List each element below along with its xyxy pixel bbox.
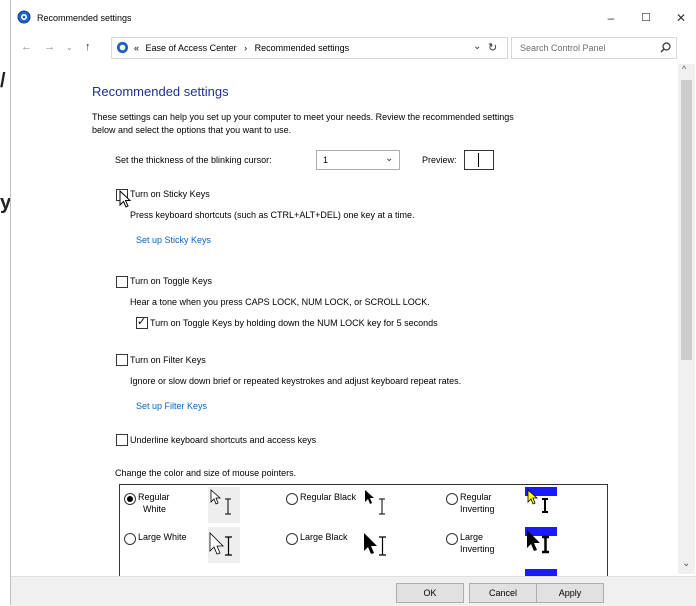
toggle-keys-numlock-label[interactable]: Turn on Toggle Keys by holding down the … [150, 318, 438, 328]
toggle-keys-checkbox[interactable] [116, 276, 128, 288]
back-arrow-icon[interactable]: ← [21, 41, 32, 53]
breadcrumb-separator[interactable]: › [244, 43, 247, 53]
filter-keys-label[interactable]: Turn on Filter Keys [130, 355, 206, 365]
arrow-pointer-white-icon [210, 489, 231, 515]
control-panel-window: Recommended settings – ☐ ✕ ← → ⌄ ↑ « Eas… [10, 0, 696, 606]
large-arrow-pointer-white-icon [209, 532, 232, 556]
large-arrow-pointer-inverting-icon [525, 527, 557, 554]
pointer-regular-white-label[interactable]: Regular [138, 492, 170, 502]
left-fragment: y [0, 192, 10, 214]
cursor-thickness-label: Set the thickness of the blinking cursor… [115, 155, 272, 165]
pointer-regular-black-preview [362, 487, 394, 523]
recent-locations-chevron-icon[interactable]: ⌄ [66, 43, 73, 52]
window-title: Recommended settings [37, 13, 132, 23]
underline-shortcuts-checkbox[interactable] [116, 434, 128, 446]
pointer-regular-white-preview [208, 487, 240, 523]
breadcrumb: « Ease of Access Center › Recommended se… [134, 43, 349, 53]
forward-arrow-icon[interactable]: → [44, 41, 55, 53]
set-up-sticky-keys-link[interactable]: Set up Sticky Keys [136, 235, 211, 245]
mouse-pointer-options: Regular White Regular Black Regular Inve… [119, 484, 608, 581]
search-input[interactable]: Search Control Panel [511, 37, 677, 59]
pointer-large-inverting-label[interactable]: Large [460, 532, 483, 542]
preview-label: Preview: [422, 155, 457, 165]
title-bar[interactable]: Recommended settings – ☐ ✕ [11, 0, 696, 32]
sticky-keys-description: Press keyboard shortcuts (such as CTRL+A… [130, 210, 415, 220]
pointer-regular-inverting-radio[interactable] [446, 493, 458, 505]
pointer-large-black-preview [362, 527, 394, 563]
large-arrow-pointer-black-icon [364, 533, 386, 556]
intro-text-line-2: below and select the options that you wa… [92, 125, 292, 135]
ok-button[interactable]: OK [396, 583, 464, 603]
arrow-pointer-black-icon [365, 490, 385, 515]
refresh-icon[interactable]: ↻ [488, 41, 497, 54]
pointer-regular-inverting-preview [525, 487, 557, 523]
cursor-preview [464, 150, 494, 170]
toggle-keys-label[interactable]: Turn on Toggle Keys [130, 276, 212, 286]
sticky-keys-label[interactable]: Turn on Sticky Keys [130, 189, 210, 199]
mouse-pointer-icon [119, 190, 132, 208]
mouse-pointer-heading: Change the color and size of mouse point… [115, 468, 297, 478]
pointer-large-black-radio[interactable] [286, 533, 298, 545]
pointer-regular-black-radio[interactable] [286, 493, 298, 505]
toggle-keys-description: Hear a tone when you press CAPS LOCK, NU… [130, 297, 430, 307]
pointer-large-inverting-radio[interactable] [446, 533, 458, 545]
pointer-regular-inverting-label[interactable]: Regular [460, 492, 492, 502]
navigation-bar: ← → ⌄ ↑ « Ease of Access Center › Recomm… [11, 36, 696, 59]
scroll-up-icon[interactable]: ^ [682, 64, 686, 74]
cursor-thickness-value: 1 [323, 155, 329, 165]
control-panel-icon [17, 10, 31, 24]
dialog-footer: OK Cancel Apply [11, 576, 696, 606]
arrow-pointer-inverting-icon [525, 487, 557, 513]
control-panel-icon [116, 41, 129, 54]
filter-keys-description: Ignore or slow down brief or repeated ke… [130, 376, 462, 386]
cursor-thickness-select[interactable]: 1 ⌄ [316, 150, 400, 170]
cursor-preview-caret [478, 153, 479, 167]
maximize-button[interactable]: ☐ [631, 9, 661, 27]
scrollbar-thumb[interactable] [681, 80, 692, 360]
set-up-filter-keys-link[interactable]: Set up Filter Keys [136, 401, 207, 411]
pointer-regular-inverting-label-2[interactable]: Inverting [460, 504, 495, 514]
chevron-down-icon[interactable]: ⌄ [473, 41, 481, 52]
address-bar[interactable]: « Ease of Access Center › Recommended se… [111, 37, 508, 59]
left-strip: / y [0, 0, 10, 605]
filter-keys-checkbox[interactable] [116, 354, 128, 366]
pointer-large-white-label[interactable]: Large White [138, 532, 187, 542]
intro-text-line-1: These settings can help you set up your … [92, 112, 514, 122]
close-button[interactable]: ✕ [666, 9, 696, 27]
vertical-scrollbar[interactable]: ^ ⌄ [678, 64, 695, 574]
scroll-down-icon[interactable]: ⌄ [682, 558, 690, 569]
pointer-large-black-label[interactable]: Large Black [300, 532, 348, 542]
underline-shortcuts-label[interactable]: Underline keyboard shortcuts and access … [130, 435, 316, 445]
pointer-large-inverting-label-2[interactable]: Inverting [460, 544, 495, 554]
chevron-down-icon: ⌄ [385, 153, 394, 164]
cancel-button[interactable]: Cancel [469, 583, 537, 603]
settings-content: Recommended settings These settings can … [11, 64, 678, 581]
pointer-large-white-preview [208, 527, 240, 563]
breadcrumb-item-recommended[interactable]: Recommended settings [255, 43, 350, 53]
pointer-large-inverting-preview [525, 527, 557, 563]
breadcrumb-prefix[interactable]: « [134, 43, 139, 53]
pointer-regular-black-label[interactable]: Regular Black [300, 492, 356, 502]
apply-button[interactable]: Apply [536, 583, 604, 603]
toggle-keys-numlock-checkbox[interactable] [136, 315, 148, 329]
search-placeholder: Search Control Panel [520, 43, 606, 53]
breadcrumb-item-ease-of-access[interactable]: Ease of Access Center [146, 43, 237, 53]
left-fragment: / [0, 70, 6, 92]
search-icon[interactable] [660, 42, 671, 53]
pointer-regular-white-label-2[interactable]: White [143, 504, 166, 514]
pointer-large-white-radio[interactable] [124, 533, 136, 545]
up-arrow-icon[interactable]: ↑ [85, 41, 91, 53]
page-title: Recommended settings [92, 84, 229, 99]
pointer-regular-white-radio[interactable] [124, 493, 136, 505]
minimize-button[interactable]: – [596, 9, 626, 27]
